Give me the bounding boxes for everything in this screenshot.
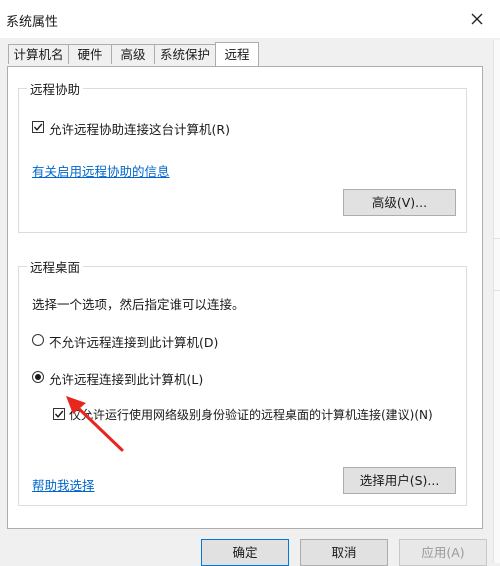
tab-advanced[interactable]: 高级 bbox=[111, 44, 155, 64]
allow-remote-connection-radio[interactable] bbox=[32, 371, 44, 383]
background-window-edge bbox=[493, 40, 500, 563]
cancel-button[interactable]: 取消 bbox=[300, 539, 388, 566]
tab-system-protection[interactable]: 系统保护 bbox=[154, 44, 216, 64]
allow-remote-assistance-label[interactable]: 允许远程协助连接这台计算机(R) bbox=[49, 119, 230, 138]
remote-desktop-group: 远程桌面 选择一个选项，然后指定谁可以连接。 不允许远程连接到此计算机(D) 允… bbox=[18, 257, 467, 506]
deny-remote-connection-radio[interactable] bbox=[32, 334, 44, 346]
remote-assistance-group: 远程协助 允许远程协助连接这台计算机(R) 有关启用远程协助的信息 高级(V).… bbox=[18, 79, 467, 233]
help-me-choose-link[interactable]: 帮助我选择 bbox=[32, 475, 95, 494]
close-icon bbox=[471, 13, 483, 25]
close-button[interactable] bbox=[466, 8, 488, 30]
remote-assistance-label: 远程协助 bbox=[27, 79, 84, 98]
allow-remote-assistance-checkbox[interactable] bbox=[32, 121, 44, 133]
remote-desktop-label: 远程桌面 bbox=[27, 257, 84, 276]
select-users-button[interactable]: 选择用户(S)... bbox=[343, 467, 456, 494]
radio-selected-dot bbox=[35, 374, 41, 380]
remote-assistance-info-link[interactable]: 有关启用远程协助的信息 bbox=[32, 161, 170, 180]
remote-desktop-instruction: 选择一个选项，然后指定谁可以连接。 bbox=[32, 297, 245, 312]
nla-checkbox[interactable] bbox=[53, 408, 65, 420]
allow-remote-connection-label[interactable]: 允许远程连接到此计算机(L) bbox=[49, 369, 203, 388]
ok-button[interactable]: 确定 bbox=[201, 539, 289, 566]
nla-label[interactable]: 仅允许运行使用网络级别身份验证的远程桌面的计算机连接(建议)(N) bbox=[69, 406, 433, 423]
tab-hardware[interactable]: 硬件 bbox=[68, 44, 112, 64]
apply-button[interactable]: 应用(A) bbox=[399, 539, 487, 566]
deny-remote-connection-label[interactable]: 不允许远程连接到此计算机(D) bbox=[49, 332, 218, 351]
tab-panel-remote: 远程协助 允许远程协助连接这台计算机(R) 有关启用远程协助的信息 高级(V).… bbox=[7, 66, 483, 529]
tab-remote[interactable]: 远程 bbox=[215, 42, 259, 66]
checkmark-icon bbox=[33, 123, 43, 131]
title-bar: 系统属性 bbox=[0, 0, 500, 38]
advanced-button[interactable]: 高级(V)... bbox=[343, 189, 456, 216]
tab-computer-name[interactable]: 计算机名 bbox=[8, 44, 69, 64]
window-title: 系统属性 bbox=[6, 15, 59, 30]
checkmark-icon bbox=[54, 410, 64, 418]
